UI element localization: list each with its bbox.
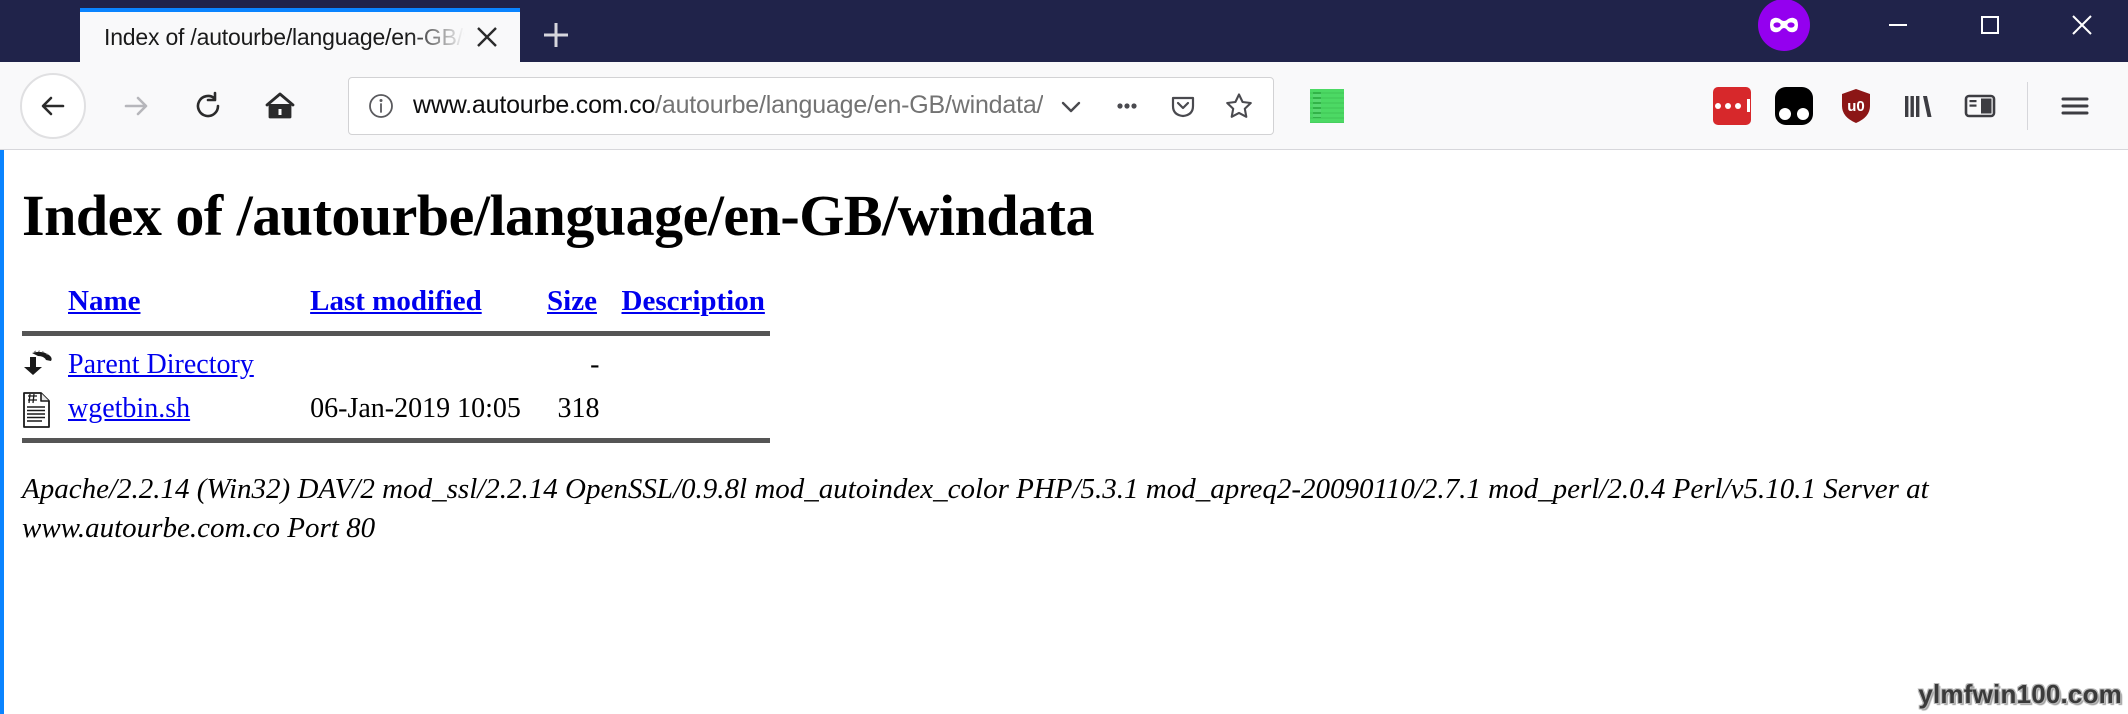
sort-by-date-link[interactable]: Last modified [310, 285, 482, 317]
library-icon[interactable] [1887, 75, 1949, 137]
chevron-down-icon[interactable] [1043, 80, 1099, 132]
row-date-cell: 06-Jan-2019 10:05 [310, 393, 521, 424]
row-size-cell: - [590, 349, 600, 380]
window-left-accent [0, 150, 4, 714]
sort-by-description-link[interactable]: Description [622, 285, 765, 317]
parent-directory-link[interactable]: Parent Directory [68, 349, 254, 380]
home-button[interactable] [248, 74, 312, 138]
private-browsing-mask-icon[interactable] [1758, 0, 1810, 51]
footer-rule-cell [22, 431, 770, 450]
file-link-wgetbin-sh[interactable]: wgetbin.sh [68, 393, 190, 424]
row-description-cell [622, 343, 771, 387]
maximize-button[interactable] [1944, 0, 2036, 53]
watermark: ylmfwin100.com [1918, 679, 2122, 709]
row-icon-cell [22, 343, 68, 387]
sort-by-size-link[interactable]: Size [547, 285, 597, 317]
sort-by-name-link[interactable]: Name [68, 285, 140, 317]
header-size: Size [547, 285, 621, 324]
horizontal-rule-top [22, 331, 770, 336]
header-icon-spacer [22, 285, 68, 324]
window-controls [1758, 0, 2128, 62]
close-window-button[interactable] [2036, 0, 2128, 53]
bookmark-star-icon[interactable] [1211, 80, 1267, 132]
directory-listing-table: Name Last modified Size Description Pare… [22, 285, 770, 450]
table-header-row: Name Last modified Size Description [22, 285, 770, 324]
minimize-button[interactable] [1852, 0, 1944, 53]
green-grid-icon[interactable] [1296, 75, 1358, 137]
titlebar-left-pad [0, 0, 80, 62]
header-rule-row [22, 324, 770, 343]
lastpass-glyph [1713, 86, 1751, 125]
table-row: Parent Directory - [22, 343, 770, 387]
close-tab-icon[interactable] [468, 18, 506, 56]
pocket-icon[interactable] [1155, 80, 1211, 132]
sidebar-icon[interactable] [1949, 75, 2011, 137]
reload-button[interactable] [176, 74, 240, 138]
header-rule-cell [22, 324, 770, 343]
script-file-icon [22, 392, 56, 428]
server-signature: Apache/2.2.14 (Win32) DAV/2 mod_ssl/2.2.… [22, 473, 1929, 545]
browser-tab[interactable]: Index of /autourbe/language/en-GB/windat… [80, 8, 520, 62]
ublock-origin-icon[interactable]: u0 [1825, 75, 1887, 137]
dark-reader-icon[interactable] [1763, 75, 1825, 137]
row-name-cell: Parent Directory [68, 343, 310, 387]
horizontal-rule-bottom [22, 438, 770, 443]
row-icon-cell [22, 387, 68, 431]
green-grid-glyph [1310, 88, 1345, 123]
table-row: wgetbin.sh 06-Jan-2019 10:05 318 [22, 387, 770, 431]
url-host: www.autourbe.com.co [413, 91, 656, 119]
parent-directory-icon [22, 348, 56, 382]
header-name: Name [68, 285, 310, 324]
header-description: Description [622, 285, 771, 324]
menu-hamburger-icon[interactable] [2044, 75, 2106, 137]
row-size-cell: 318 [557, 393, 600, 424]
footer-rule-row [22, 431, 770, 450]
page-title: Index of /autourbe/language/en-GB/windat… [22, 183, 1094, 248]
url-bar[interactable]: www.autourbe.com.co/autourbe/language/en… [348, 76, 1275, 135]
url-text[interactable]: www.autourbe.com.co/autourbe/language/en… [413, 91, 1043, 120]
row-date-cell [310, 343, 547, 387]
toolbar-separator [2027, 81, 2028, 130]
back-button[interactable] [20, 72, 86, 139]
tab-title: Index of /autourbe/language/en-GB/windat… [104, 23, 468, 50]
site-information-icon[interactable] [349, 91, 413, 121]
forward-button [104, 74, 168, 138]
dark-reader-glyph [1775, 86, 1813, 125]
svg-text:u0: u0 [1847, 98, 1865, 115]
header-last-modified: Last modified [310, 285, 547, 324]
page-content: Index of /autourbe/language/en-GB/windat… [0, 150, 2128, 714]
row-description-cell [622, 387, 771, 431]
new-tab-button[interactable] [520, 8, 592, 62]
title-bar: Index of /autourbe/language/en-GB/windat… [0, 0, 2128, 62]
lastpass-icon[interactable] [1701, 75, 1763, 137]
url-path: /autourbe/language/en-GB/windata/ [655, 91, 1044, 119]
browser-window: Index of /autourbe/language/en-GB/windat… [0, 0, 2128, 714]
lastpass-dots [1714, 99, 1750, 112]
page-actions-icon[interactable] [1099, 80, 1155, 132]
row-name-cell: wgetbin.sh [68, 387, 310, 431]
navigation-toolbar: www.autourbe.com.co/autourbe/language/en… [0, 62, 2128, 150]
